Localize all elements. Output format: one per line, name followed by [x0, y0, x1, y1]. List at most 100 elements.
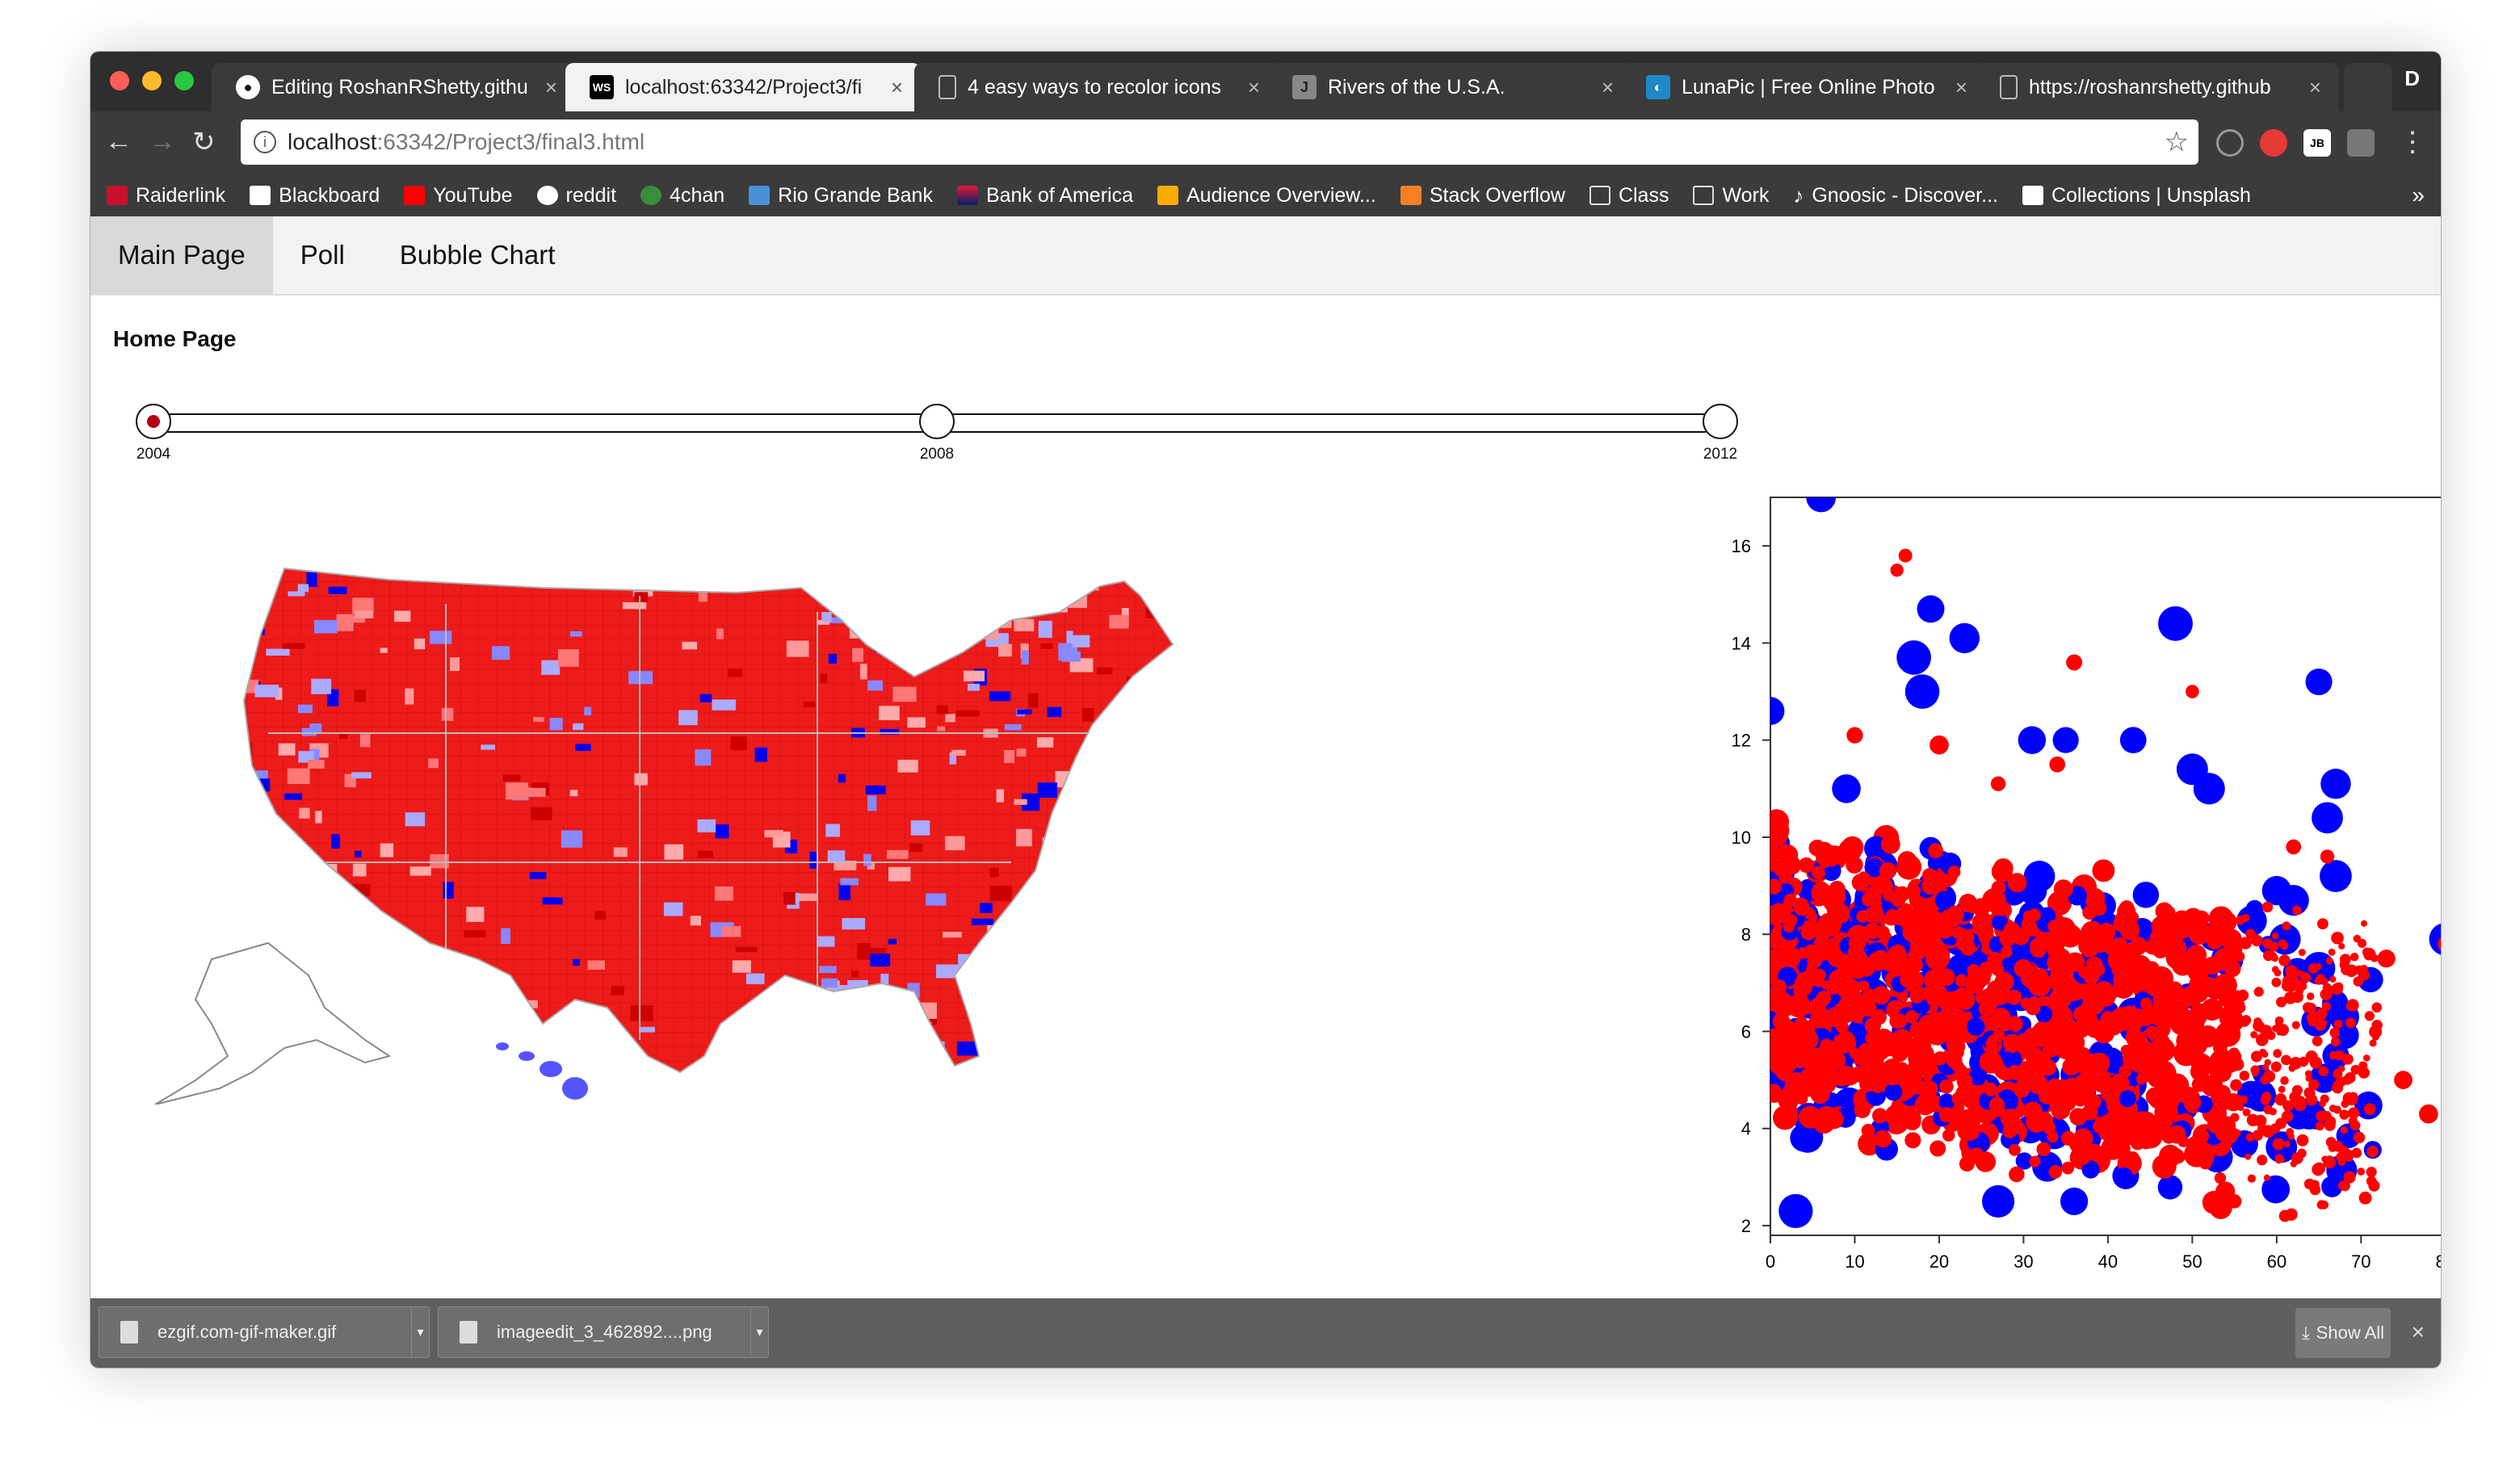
y-tick-label: 2	[1741, 1216, 1751, 1236]
red-bubble	[2198, 1155, 2213, 1170]
x-tick-label: 60	[2267, 1251, 2287, 1272]
red-bubble	[2296, 1134, 2309, 1147]
red-bubble	[2353, 976, 2364, 987]
hawaii-islands	[496, 1042, 588, 1100]
red-bubble	[1859, 1076, 1875, 1092]
bookmark-gnoosic[interactable]: ♪ Gnoosic - Discover...	[1793, 183, 1998, 208]
bookmark-reddit[interactable]: reddit	[536, 184, 616, 208]
red-bubble	[1875, 925, 1890, 940]
close-tab-icon[interactable]: ×	[545, 75, 557, 100]
tab-rivers[interactable]: J Rivers of the U.S.A. ×	[1268, 63, 1631, 111]
bookmark-youtube[interactable]: YouTube	[404, 184, 513, 208]
county	[1151, 706, 1173, 718]
nav-bubble-chart[interactable]: Bubble Chart	[372, 216, 583, 294]
bookmark-blackboard[interactable]: Blackboard	[250, 184, 380, 208]
close-tab-icon[interactable]: ×	[1955, 75, 1967, 100]
county	[1011, 920, 1020, 926]
red-bubble	[1831, 898, 1845, 912]
tab-localhost[interactable]: WS localhost:63342/Project3/fi ×	[565, 63, 921, 111]
county	[1062, 937, 1078, 943]
year-knob-2012[interactable]	[1703, 404, 1738, 439]
county	[989, 867, 999, 878]
county	[867, 680, 884, 691]
new-tab-button[interactable]	[2344, 63, 2392, 111]
red-bubble	[1885, 908, 1900, 924]
county	[263, 1029, 284, 1042]
county	[754, 747, 767, 762]
year-knob-2004[interactable]	[136, 404, 171, 439]
red-bubble	[1820, 1038, 1833, 1052]
zoom-window-button[interactable]	[174, 71, 194, 90]
address-bar[interactable]: i localhost:63342/Project3/final3.html ☆	[241, 119, 2198, 165]
red-bubble	[2214, 1172, 2227, 1184]
download-item[interactable]: ezgif.com-gif-maker.gif ▾	[99, 1306, 430, 1358]
forward-arrow-icon[interactable]: →	[149, 126, 176, 157]
chevron-down-icon[interactable]: ▾	[411, 1307, 429, 1357]
red-bubble	[1865, 1032, 1877, 1044]
minimize-window-button[interactable]	[142, 71, 162, 90]
profile-button[interactable]: D	[2404, 66, 2420, 91]
county	[245, 1062, 267, 1072]
county	[301, 727, 317, 736]
blue-bubble	[2312, 802, 2343, 834]
blackboard-icon	[250, 186, 271, 205]
red-bubble	[2342, 1075, 2353, 1085]
red-bubble	[2020, 997, 2032, 1009]
close-tab-icon[interactable]: ×	[1248, 75, 1260, 100]
close-downloads-icon[interactable]: ×	[2412, 1319, 2425, 1345]
red-bubble	[2333, 1019, 2343, 1029]
bookmark-rio-grande-bank[interactable]: Rio Grande Bank	[749, 184, 933, 208]
bookmark-audience-overview[interactable]: Audience Overview...	[1157, 184, 1376, 208]
us-county-election-map[interactable]	[123, 523, 1189, 1105]
bookmark-unsplash[interactable]: Collections | Unsplash	[2022, 184, 2251, 208]
county	[1064, 831, 1084, 848]
reload-icon[interactable]: ↻	[192, 126, 216, 158]
red-bubble	[1827, 937, 1840, 951]
zoom-extension-icon[interactable]	[2216, 129, 2244, 157]
tab-editing-github[interactable]: ● Editing RoshanRShetty.githu ×	[212, 63, 575, 111]
chevron-down-icon[interactable]: ▾	[750, 1307, 768, 1357]
info-icon[interactable]: i	[254, 131, 276, 153]
back-arrow-icon[interactable]: ←	[105, 126, 132, 157]
red-bubble	[1861, 1123, 1875, 1138]
county	[964, 978, 978, 994]
close-tab-icon[interactable]: ×	[891, 75, 903, 100]
county	[308, 759, 325, 769]
bookmark-star-icon[interactable]: ☆	[2165, 126, 2189, 158]
red-bubble	[2263, 1174, 2270, 1181]
ublock-icon[interactable]	[2260, 129, 2287, 157]
close-window-button[interactable]	[110, 71, 129, 90]
county	[313, 619, 338, 634]
red-bubble	[1797, 946, 1810, 959]
camera-extension-icon[interactable]	[2347, 129, 2375, 157]
red-bubble	[1951, 926, 1965, 940]
bookmark-folder-class[interactable]: Class	[1589, 184, 1669, 208]
bookmarks-overflow-icon[interactable]: »	[2412, 182, 2425, 208]
tab-github-pages[interactable]: https://roshanrshetty.github ×	[1976, 63, 2339, 111]
county	[573, 958, 581, 966]
nav-main-page[interactable]: Main Page	[90, 216, 273, 294]
download-item[interactable]: imageedit_3_462892....png ▾	[438, 1306, 769, 1358]
bookmark-bank-of-america[interactable]: Bank of America	[956, 184, 1133, 208]
red-bubble	[1837, 980, 1854, 996]
red-bubble	[1899, 972, 1915, 987]
close-tab-icon[interactable]: ×	[1602, 75, 1614, 100]
nav-poll[interactable]: Poll	[273, 216, 372, 294]
blue-bubble	[1790, 1124, 1818, 1152]
red-bubble	[2004, 921, 2020, 937]
red-bubble	[1914, 1042, 1930, 1059]
bookmark-raiderlink[interactable]: Raiderlink	[107, 184, 225, 208]
red-bubble	[2047, 1131, 2059, 1143]
close-tab-icon[interactable]: ×	[2309, 75, 2321, 100]
tab-lunapic[interactable]: ◐ LunaPic | Free Online Photo ×	[1622, 63, 1985, 111]
bookmark-stack-overflow[interactable]: Stack Overflow	[1400, 184, 1565, 208]
year-knob-2008[interactable]	[919, 404, 955, 439]
county	[313, 863, 338, 881]
bookmark-4chan[interactable]: 4chan	[640, 184, 724, 208]
jetbrains-icon[interactable]: JB	[2303, 129, 2331, 157]
show-all-button[interactable]: ⤓ Show All	[2295, 1308, 2391, 1358]
menu-kebab-icon[interactable]: ⋮	[2399, 126, 2426, 158]
bookmark-folder-work[interactable]: Work	[1693, 184, 1769, 208]
tab-recolor-icons[interactable]: 4 easy ways to recolor icons ×	[914, 63, 1278, 111]
blue-bubble	[2305, 668, 2333, 696]
